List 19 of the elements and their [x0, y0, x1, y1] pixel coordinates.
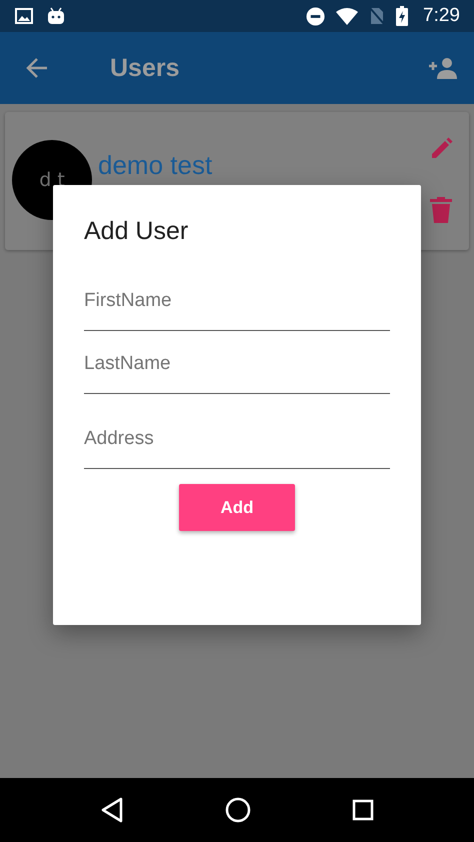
- battery-charging-icon: [396, 6, 408, 26]
- input-field[interactable]: FirstName: [84, 290, 390, 331]
- do-not-disturb-icon: [306, 6, 326, 26]
- input-field[interactable]: LastName: [84, 353, 390, 394]
- input-field[interactable]: Address: [84, 428, 390, 469]
- back-arrow-icon[interactable]: [25, 57, 49, 79]
- home-icon[interactable]: [224, 797, 251, 823]
- dialog-title: Add User: [84, 217, 190, 246]
- user-name: demo test: [98, 150, 214, 181]
- back-icon[interactable]: [100, 797, 124, 823]
- wifi-icon: [336, 8, 358, 24]
- image-icon: [15, 8, 33, 24]
- screen-title: Users: [110, 54, 180, 82]
- add-person-icon[interactable]: [428, 57, 458, 79]
- robot-icon: [47, 7, 65, 25]
- clock-time: 7:29: [423, 5, 460, 27]
- no-sim-icon: [369, 7, 386, 25]
- recent-apps-icon[interactable]: [352, 799, 374, 821]
- add-button[interactable]: Add: [179, 484, 295, 531]
